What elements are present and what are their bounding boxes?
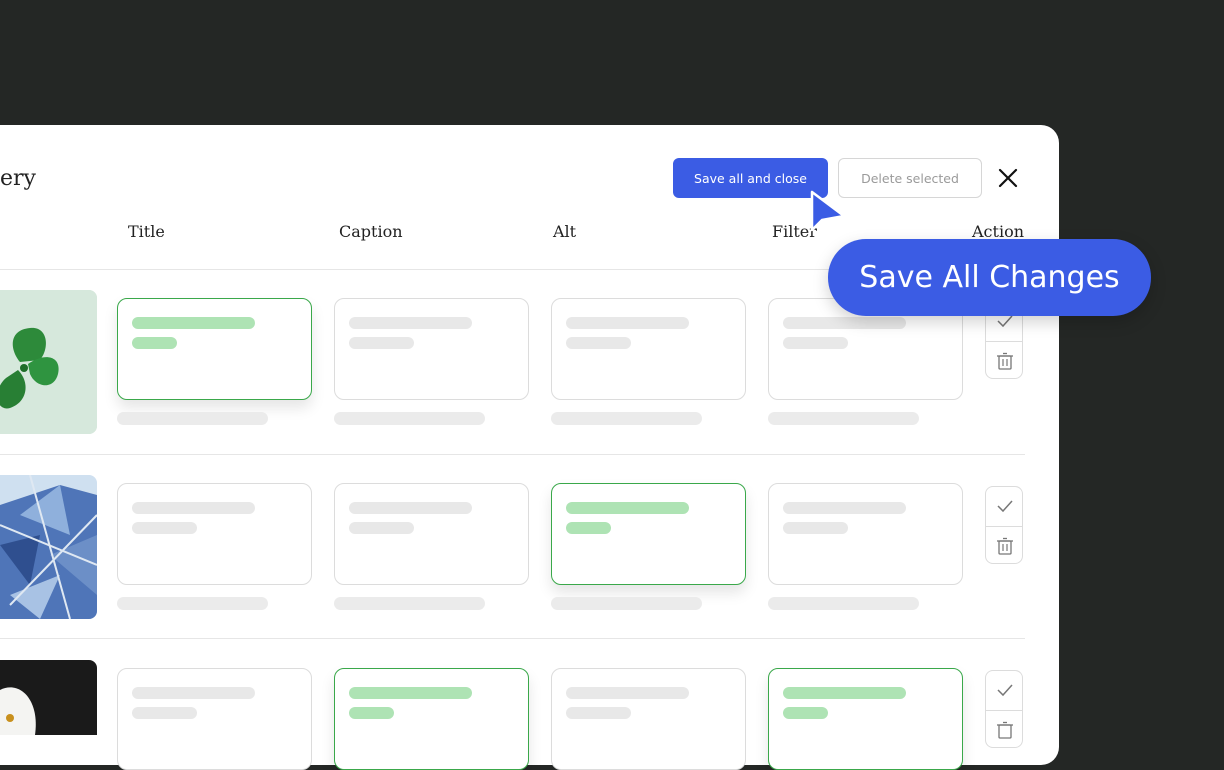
column-header-caption: Caption (339, 222, 403, 241)
trash-icon[interactable] (995, 351, 1015, 371)
filter-field[interactable] (768, 668, 963, 770)
column-header-title: Title (128, 222, 165, 241)
placeholder-bar (334, 412, 485, 425)
delete-selected-button[interactable]: Delete selected (838, 158, 982, 198)
title-field[interactable] (117, 483, 312, 585)
trash-icon[interactable] (995, 720, 1015, 740)
save-all-button[interactable]: Save all and close (673, 158, 828, 198)
clover-image (0, 290, 97, 434)
column-header-alt: Alt (553, 222, 577, 241)
caption-field[interactable] (334, 668, 529, 770)
image-thumbnail-eagle[interactable] (0, 660, 97, 735)
placeholder-bar (117, 597, 268, 610)
eagle-image (0, 660, 97, 735)
row-divider (0, 638, 1025, 639)
check-icon[interactable] (995, 496, 1015, 516)
save-changes-tooltip: Save All Changes (828, 239, 1151, 316)
row-divider (0, 454, 1025, 455)
filter-field[interactable] (768, 483, 963, 585)
alt-field[interactable] (551, 298, 746, 400)
image-thumbnail-building[interactable] (0, 475, 97, 619)
modal-title: ery (0, 166, 36, 191)
placeholder-bar (117, 412, 268, 425)
image-thumbnail-clover[interactable] (0, 290, 97, 434)
placeholder-bar (551, 597, 702, 610)
title-field[interactable] (117, 298, 312, 400)
caption-field[interactable] (334, 483, 529, 585)
row-actions (985, 670, 1023, 748)
alt-field[interactable] (551, 483, 746, 585)
close-icon[interactable] (994, 164, 1022, 192)
caption-field[interactable] (334, 298, 529, 400)
row-actions (985, 486, 1023, 564)
placeholder-bar (768, 412, 919, 425)
placeholder-bar (768, 597, 919, 610)
trash-icon[interactable] (995, 536, 1015, 556)
placeholder-bar (334, 597, 485, 610)
building-image (0, 475, 97, 619)
placeholder-bar (551, 412, 702, 425)
alt-field[interactable] (551, 668, 746, 770)
check-icon[interactable] (995, 680, 1015, 700)
mouse-cursor-icon (810, 190, 846, 232)
title-field[interactable] (117, 668, 312, 770)
